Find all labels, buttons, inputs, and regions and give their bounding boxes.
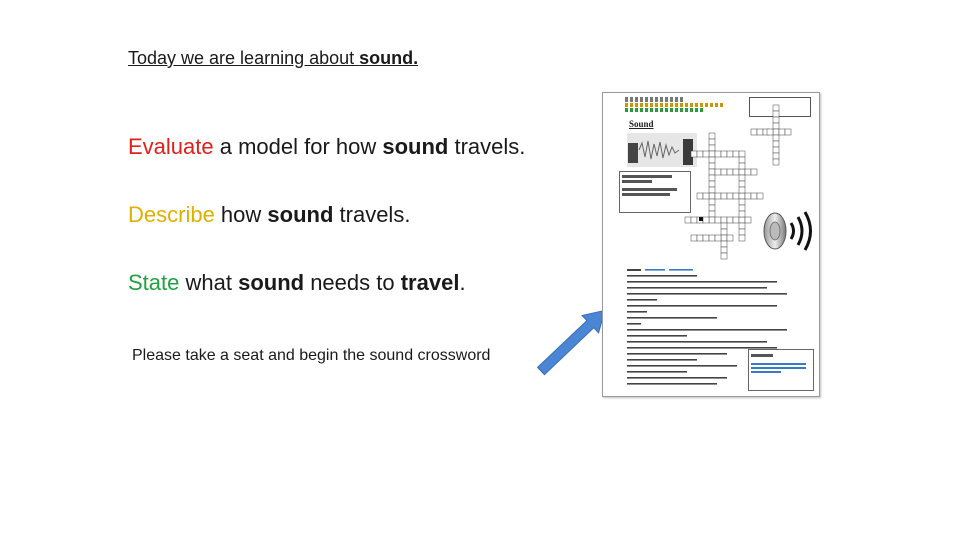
slide-title: Today we are learning about sound. <box>128 48 419 68</box>
speaker-icon <box>763 211 812 251</box>
objective-describe: Describe how sound travels. <box>128 202 411 227</box>
objective-evaluate: Evaluate a model for how sound travels. <box>128 134 526 159</box>
objective-keyword: Evaluate <box>128 134 214 159</box>
objective-state: State what sound needs to travel. <box>128 270 466 295</box>
worksheet-plenary-box <box>748 349 814 391</box>
objective-keyword: State <box>128 270 180 295</box>
instruction-text: Please take a seat and begin the sound c… <box>132 347 491 364</box>
crossword-worksheet-thumbnail[interactable]: Sound <box>602 92 820 397</box>
objective-keyword: Describe <box>128 202 215 227</box>
